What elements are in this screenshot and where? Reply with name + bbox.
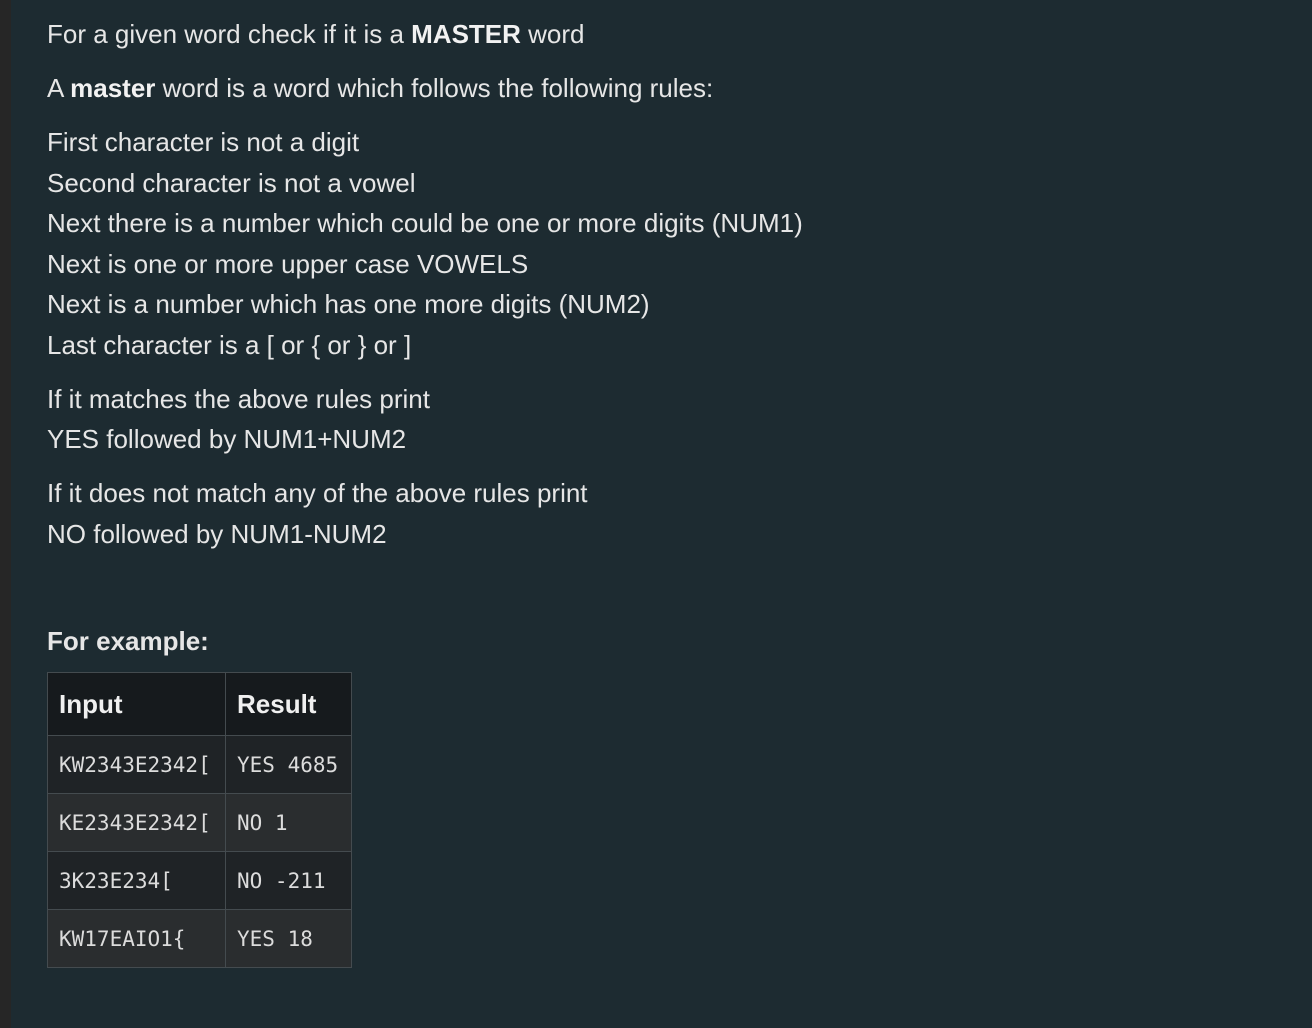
rule-item: First character is not a digit <box>47 127 360 157</box>
rule-item: Second character is not a vowel <box>47 167 416 198</box>
nomatch-line: If it does not match any of the above ru… <box>47 478 588 508</box>
table-header-row: Input Result <box>47 672 352 736</box>
rule-item: Next is one or more upper case VOWELS <box>47 248 529 279</box>
definition-line: A master word is a word which follows th… <box>47 68 1287 109</box>
cell-result: YES 4685 <box>225 735 352 794</box>
cell-result: NO -211 <box>225 851 352 910</box>
problem-statement: For a given word check if it is a MASTER… <box>47 14 1287 661</box>
cell-input: KW17EAIO1{ <box>47 909 226 968</box>
cell-input: KW2343E2342[ <box>47 735 226 794</box>
left-gutter <box>0 0 11 1028</box>
examples-table: Input Result KW2343E2342[ YES 4685 KE234… <box>47 672 352 968</box>
cell-input: 3K23E234[ <box>47 851 226 910</box>
intro-prefix: For a given word check if it is a <box>47 19 412 49</box>
table-row: KW17EAIO1{ YES 18 <box>47 909 352 968</box>
cell-result: NO 1 <box>225 793 352 852</box>
nomatch-line: NO followed by NUM1-NUM2 <box>47 518 387 549</box>
match-line: If it matches the above rules print <box>47 383 430 414</box>
column-header-input: Input <box>47 672 226 736</box>
table-row: 3K23E234[ NO -211 <box>47 851 352 910</box>
definition-emphasis: master <box>70 73 156 103</box>
definition-suffix: word is a word which follows the followi… <box>155 73 714 103</box>
match-line: YES followed by NUM1+NUM2 <box>47 424 407 454</box>
cell-result: YES 18 <box>225 909 352 968</box>
rule-item: Next is a number which has one more digi… <box>47 289 650 319</box>
cell-input: KE2343E2342[ <box>47 793 226 852</box>
intro-line: For a given word check if it is a MASTER… <box>47 14 1287 55</box>
intro-suffix: word <box>520 19 585 49</box>
match-block: If it matches the above rules print YES … <box>47 379 1287 460</box>
example-heading: For example: <box>47 626 209 656</box>
table-row: KE2343E2342[ NO 1 <box>47 793 352 852</box>
rule-item: Last character is a [ or { or } or ] <box>47 329 412 360</box>
rule-item: Next there is a number which could be on… <box>47 208 803 238</box>
rules-block: First character is not a digit Second ch… <box>47 122 1287 365</box>
table-row: KW2343E2342[ YES 4685 <box>47 735 352 794</box>
definition-prefix: A <box>47 73 71 103</box>
intro-emphasis: MASTER <box>411 19 521 49</box>
column-header-result: Result <box>225 672 352 736</box>
nomatch-block: If it does not match any of the above ru… <box>47 473 1287 554</box>
